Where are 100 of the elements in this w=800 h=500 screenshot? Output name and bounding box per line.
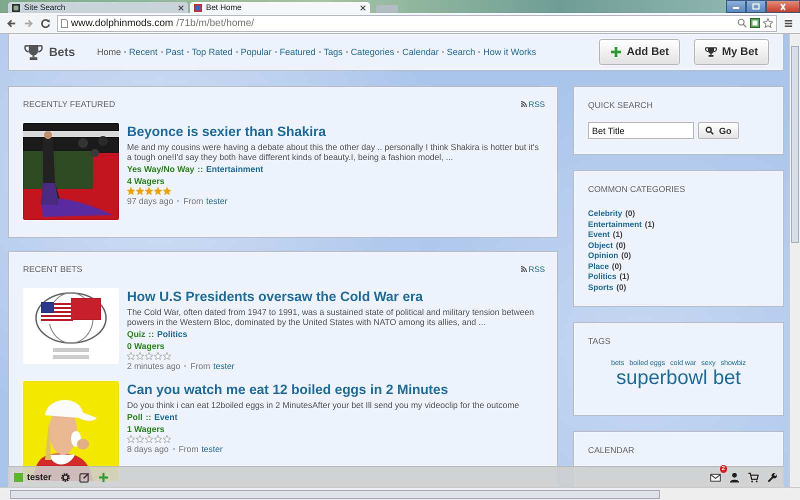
bet-excerpt: The Cold War, often dated from 1947 to 1991, was a sustained state of political and military tension between powers in the Western Bloc, dominated by the United States with NATO among its allies, and ... <box>127 307 535 327</box>
trophy-icon <box>24 44 43 60</box>
category-link[interactable]: Place <box>588 262 609 272</box>
zoom-icon[interactable] <box>737 18 747 28</box>
category-link[interactable]: Opinion <box>588 251 618 262</box>
wager-count: 0 Wagers <box>127 341 166 351</box>
horizontal-scrollbar[interactable] <box>0 487 800 500</box>
nav-link[interactable]: Recent <box>129 47 158 57</box>
tag-link[interactable]: superbowl bet <box>616 367 741 389</box>
bet-title-link[interactable]: Beyonce is sexier than Shakira <box>127 124 545 139</box>
category-link[interactable]: Sports <box>588 282 614 293</box>
separator-text: :: <box>197 164 204 174</box>
separator-text: :: <box>148 329 154 339</box>
author-link[interactable]: tester <box>206 196 228 206</box>
plus-icon <box>610 46 622 58</box>
nav-link[interactable]: Categories <box>350 47 394 57</box>
author-link[interactable]: tester <box>201 444 223 454</box>
rss-icon <box>520 266 527 272</box>
section-title: RECENTLY FEATURED <box>23 99 116 109</box>
post-age: 2 minutes ago <box>127 361 180 371</box>
bet-excerpt: Me and my cousins were having a debate about this the other day .. personally I think Shakira is hotter but it's a tough one!I'd say they both have different kinds of beauty.I, being a fashion model, ... <box>127 142 540 162</box>
post-age: 97 days ago <box>127 196 174 206</box>
close-icon[interactable] <box>178 4 184 10</box>
go-button[interactable]: Go <box>698 122 738 139</box>
nav-link[interactable]: Past <box>166 47 184 57</box>
category-link[interactable]: Entertainment <box>206 164 264 174</box>
from-label: From <box>190 361 210 371</box>
category-link[interactable]: Entertainment <box>588 220 642 230</box>
section-title: COMMON CATEGORIES <box>588 184 686 194</box>
category-count: (1) <box>612 230 623 240</box>
section-title: RECENT BETS <box>23 264 82 274</box>
category-count: (0) <box>621 251 631 262</box>
search-field[interactable]: Bet Title <box>588 122 694 139</box>
rss-icon <box>520 101 527 107</box>
minimize-button[interactable] <box>726 0 746 13</box>
site-title: Bets <box>49 45 76 59</box>
close-icon[interactable] <box>360 4 366 10</box>
address-bar[interactable]: www.dolphinmods.com /71b/m/bet/home/ <box>57 14 777 32</box>
separator-text: :: <box>146 412 152 422</box>
settings-icon[interactable] <box>60 472 71 482</box>
bet-type-link[interactable]: Yes Way/No Way <box>127 164 194 174</box>
bet-type-link[interactable]: Poll <box>127 412 143 422</box>
rss-link[interactable]: RSS <box>520 264 545 274</box>
maximize-button[interactable] <box>746 0 766 13</box>
nav-link[interactable]: How it Works <box>483 47 536 57</box>
reload-icon[interactable] <box>40 18 51 28</box>
maximize-icon <box>751 2 761 10</box>
from-label: From <box>178 444 198 454</box>
category-count: (0) <box>616 282 626 293</box>
bet-excerpt: Do you think i can eat 12boiled eggs in 2 MinutesAfter your bet Ill send you my videoclip for the outcome <box>127 400 520 410</box>
favicon-icon <box>12 4 20 12</box>
header-button[interactable]: My Bet <box>694 39 769 65</box>
user-icon[interactable] <box>729 472 740 482</box>
cart-icon[interactable] <box>748 472 759 482</box>
header-button[interactable]: Add Bet <box>598 39 680 65</box>
category-count: (0) <box>612 262 622 272</box>
bet-title-link[interactable]: How U.S Presidents oversaw the Cold War era <box>127 289 545 304</box>
section-title: TAGS <box>588 336 612 346</box>
mail-icon[interactable] <box>710 472 721 482</box>
bet-type-link[interactable]: Quiz <box>127 329 146 339</box>
vertical-scrollbar[interactable] <box>789 34 800 487</box>
search-icon <box>705 126 714 135</box>
section-title: QUICK SEARCH <box>588 100 654 110</box>
nav-link[interactable]: Calendar <box>402 47 439 57</box>
nav-link[interactable]: Top Rated <box>192 47 233 57</box>
star-icon[interactable] <box>763 18 773 28</box>
category-count: (0) <box>625 209 636 220</box>
section-title: CALENDAR <box>588 445 636 455</box>
category-link[interactable]: Object <box>588 240 613 251</box>
nav-link[interactable]: Search <box>446 47 476 57</box>
nav-link[interactable]: Popular <box>240 47 272 57</box>
category-link[interactable]: Celebrity <box>588 209 622 220</box>
category-link[interactable]: Politics <box>157 329 188 339</box>
status-icon <box>14 472 23 482</box>
trophy-icon <box>704 46 717 58</box>
category-count: (0) <box>616 240 626 251</box>
bet-title-link[interactable]: Can you watch me eat 12 boiled eggs in 2 Minutes <box>127 382 545 397</box>
wrench-icon[interactable] <box>767 472 778 482</box>
browser-tab[interactable]: Site Search <box>8 2 188 13</box>
close-button[interactable] <box>766 0 800 13</box>
author-link[interactable]: tester <box>213 361 235 371</box>
username-label: tester <box>27 472 52 482</box>
close-icon <box>778 2 788 10</box>
category-link[interactable]: Event <box>154 412 178 422</box>
category-count: (1) <box>644 220 655 230</box>
wager-count: 1 Wagers <box>127 424 166 434</box>
browser-tab[interactable]: Bet Home <box>190 2 370 13</box>
rss-link[interactable]: RSS <box>520 100 545 108</box>
page-icon <box>61 18 68 28</box>
back-icon[interactable] <box>6 18 17 28</box>
favicon-icon <box>194 4 202 12</box>
nav-link[interactable]: Tags <box>324 47 343 57</box>
menu-icon[interactable] <box>783 18 794 28</box>
edit-icon[interactable] <box>78 472 90 482</box>
category-link[interactable]: Event <box>588 230 610 240</box>
nav-link[interactable]: Featured <box>280 47 316 57</box>
nav-link[interactable]: Home <box>97 47 122 57</box>
category-link[interactable]: Politics <box>588 272 616 282</box>
extension-icon[interactable] <box>750 18 760 28</box>
wager-count: 4 Wagers <box>127 176 166 186</box>
